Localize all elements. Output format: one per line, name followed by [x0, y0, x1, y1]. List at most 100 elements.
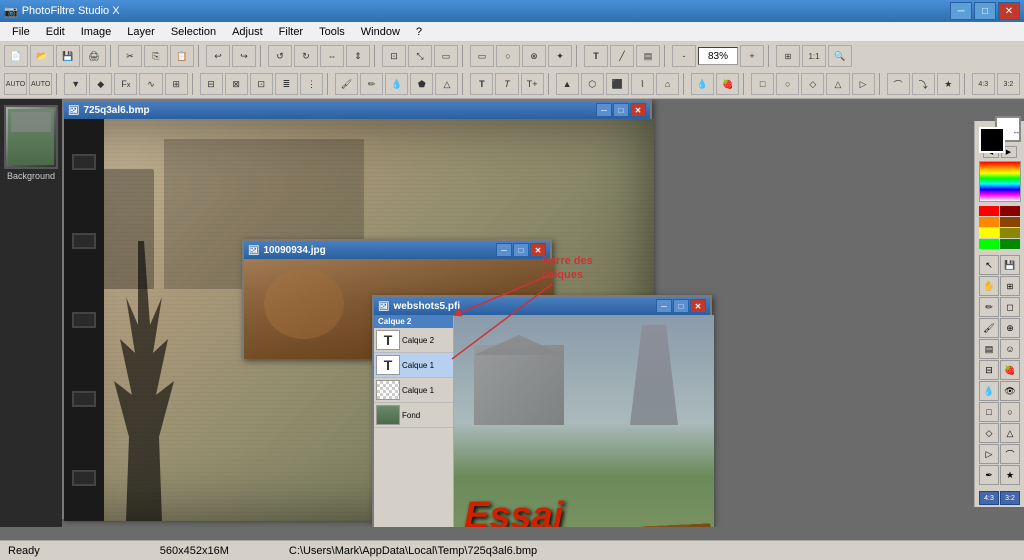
tb2-grid2[interactable]: ⊠ — [225, 73, 248, 95]
tb-flip-v[interactable]: ⇕ — [346, 45, 370, 67]
tb-print[interactable]: 🖨 — [82, 45, 106, 67]
tb-select-ellipse[interactable]: ○ — [496, 45, 520, 67]
restore-button[interactable]: □ — [974, 2, 996, 20]
jpg-doc-minimize[interactable]: ─ — [496, 243, 512, 257]
tb-fill[interactable]: ▤ — [636, 45, 660, 67]
layer-item-4[interactable]: Fond — [374, 403, 453, 428]
tb2-p1[interactable]: 💧 — [691, 73, 714, 95]
tb2-text1[interactable]: T — [470, 73, 493, 95]
tb2-ratio1[interactable]: 4:3 — [972, 73, 995, 95]
jpg-doc-titlebar[interactable]: 🖼 10090934.jpg ─ □ ✕ — [244, 241, 550, 259]
tool-stamp[interactable]: ⊕ — [1000, 318, 1020, 338]
layer-item-2[interactable]: T Calque 1 — [374, 353, 453, 378]
menu-image[interactable]: Image — [73, 24, 120, 40]
tb2-brush1[interactable]: 🖌 — [335, 73, 358, 95]
ratio-3-2[interactable]: 3:2 — [1000, 491, 1020, 505]
tool-fill2[interactable]: ▤ — [979, 339, 999, 359]
tb2-p2[interactable]: 🍓 — [716, 73, 739, 95]
main-doc-minimize[interactable]: ─ — [596, 103, 612, 117]
tb2-wave[interactable]: ⌇ — [631, 73, 654, 95]
menu-selection[interactable]: Selection — [163, 24, 224, 40]
tool-hand[interactable]: ✋ — [979, 276, 999, 296]
swatch-darkgreen[interactable] — [1000, 239, 1020, 249]
tb-text[interactable]: T — [584, 45, 608, 67]
minimize-button[interactable]: ─ — [950, 2, 972, 20]
menu-window[interactable]: Window — [353, 24, 408, 40]
tb-copy[interactable]: ⎘ — [144, 45, 168, 67]
tb2-grid[interactable]: ⊟ — [200, 73, 223, 95]
tb-zoom-fit[interactable]: ⊞ — [776, 45, 800, 67]
menu-help[interactable]: ? — [408, 24, 430, 40]
tb2-b6[interactable]: ≣ — [275, 73, 298, 95]
pfi-doc-titlebar[interactable]: 🖼 webshots5.pfi ─ □ ✕ — [374, 297, 710, 315]
layer-item-1[interactable]: T Calque 2 — [374, 328, 453, 353]
swap-colors-icon[interactable]: ↔ — [1013, 127, 1021, 136]
tool-circle2[interactable]: ○ — [1000, 402, 1020, 422]
tool-save2[interactable]: 💾 — [1000, 255, 1020, 275]
tb-rotate-right[interactable]: ↻ — [294, 45, 318, 67]
tool-eraser[interactable]: ◻ — [1000, 297, 1020, 317]
tool-eye[interactable]: 👁 — [1000, 381, 1020, 401]
tb2-b2[interactable]: ◆ — [89, 73, 112, 95]
tool-scroll2[interactable]: ⊞ — [1000, 276, 1020, 296]
tb2-step[interactable]: ⌂ — [656, 73, 679, 95]
menu-file[interactable]: File — [4, 24, 38, 40]
tb-save[interactable]: 💾 — [56, 45, 80, 67]
layer-item-3[interactable]: Calque 1 — [374, 378, 453, 403]
tb-zoom-100[interactable]: 1:1 — [802, 45, 826, 67]
tb-paste[interactable]: 📋 — [170, 45, 194, 67]
swatch-darkred[interactable] — [1000, 206, 1020, 216]
main-doc-titlebar[interactable]: 🖼 725q3al6.bmp ─ □ ✕ — [64, 101, 650, 119]
tb2-auto1[interactable]: AUTO — [4, 73, 27, 95]
tb2-e5[interactable]: ▷ — [852, 73, 875, 95]
swatch-orange[interactable] — [979, 217, 999, 227]
tb-select-lasso[interactable]: ⊗ — [522, 45, 546, 67]
tb-new[interactable]: 📄 — [4, 45, 28, 67]
menu-edit[interactable]: Edit — [38, 24, 73, 40]
tb2-b5[interactable]: ⊞ — [165, 73, 188, 95]
menu-adjust[interactable]: Adjust — [224, 24, 271, 40]
tb2-b4[interactable]: ∿ — [139, 73, 162, 95]
zoom-input[interactable] — [698, 47, 738, 65]
tb-crop[interactable]: ⊡ — [382, 45, 406, 67]
main-doc-close[interactable]: ✕ — [630, 103, 646, 117]
tb2-text2[interactable]: T — [495, 73, 518, 95]
film-thumb-main[interactable]: Background — [4, 105, 58, 181]
tool-tri[interactable]: △ — [1000, 423, 1020, 443]
swatch-brown[interactable] — [1000, 217, 1020, 227]
main-doc-restore[interactable]: □ — [613, 103, 629, 117]
tool-diamond[interactable]: ◇ — [979, 423, 999, 443]
tb2-e1[interactable]: □ — [751, 73, 774, 95]
tool-water[interactable]: 💧 — [979, 381, 999, 401]
close-button[interactable]: ✕ — [998, 2, 1020, 20]
tool-pen[interactable]: ✒ — [979, 465, 999, 485]
pfi-doc-restore[interactable]: □ — [673, 299, 689, 313]
tool-grid4[interactable]: ⊟ — [979, 360, 999, 380]
fg-color-swatch[interactable] — [979, 127, 1005, 153]
tool-select[interactable]: ↖ — [979, 255, 999, 275]
tb2-b8[interactable]: ⬟ — [410, 73, 433, 95]
tb2-e4[interactable]: △ — [826, 73, 849, 95]
zoom-in-btn[interactable]: + — [740, 45, 764, 67]
pfi-doc-close[interactable]: ✕ — [690, 299, 706, 313]
tb-search[interactable]: 🔍 — [828, 45, 852, 67]
tb-resize[interactable]: ⤡ — [408, 45, 432, 67]
color-gradient[interactable] — [979, 161, 1021, 202]
tool-star[interactable]: 🍓 — [1000, 360, 1020, 380]
tb2-brush2[interactable]: ✏ — [360, 73, 383, 95]
tb2-r1[interactable]: ⌒ — [887, 73, 910, 95]
tb2-auto2[interactable]: AUTO — [29, 73, 52, 95]
tb2-text3[interactable]: T+ — [521, 73, 544, 95]
tb-line[interactable]: ╱ — [610, 45, 634, 67]
swatch-red[interactable] — [979, 206, 999, 216]
tool-brush[interactable]: 🖌 — [979, 318, 999, 338]
tb-canvas[interactable]: ▭ — [434, 45, 458, 67]
ratio-4-3[interactable]: 4:3 — [979, 491, 999, 505]
swatch-yellow[interactable] — [979, 228, 999, 238]
tb-redo[interactable]: ↪ — [232, 45, 256, 67]
tb2-e2[interactable]: ○ — [776, 73, 799, 95]
zoom-out-btn[interactable]: - — [672, 45, 696, 67]
tool-special[interactable]: ★ — [1000, 465, 1020, 485]
swatch-green[interactable] — [979, 239, 999, 249]
tb2-shape1[interactable]: ▲ — [556, 73, 579, 95]
